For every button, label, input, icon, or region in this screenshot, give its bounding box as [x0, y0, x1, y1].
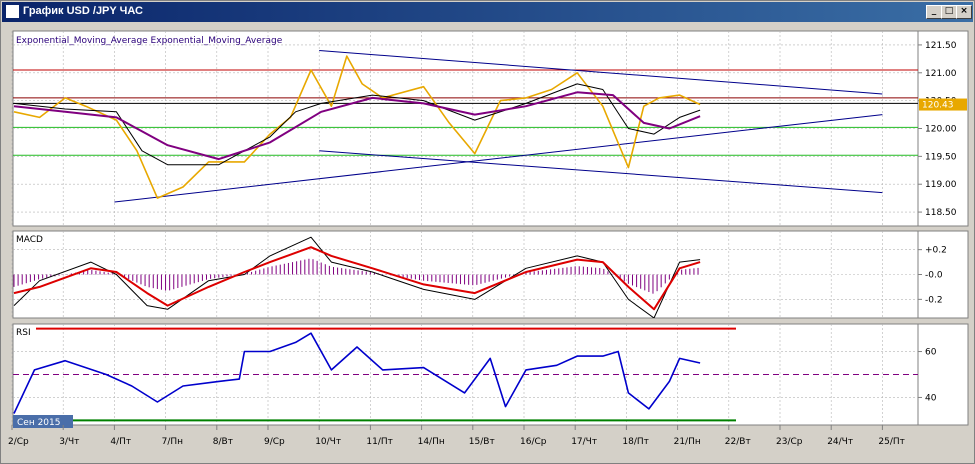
rsi-label: RSI [16, 328, 31, 338]
x-tick-label: 14/Пн [418, 437, 445, 447]
y-tick-label: 121.00 [925, 69, 957, 79]
x-tick-label: 4/Пт [110, 437, 131, 447]
x-tick-label: 15/Вт [469, 437, 495, 447]
x-tick-label: 18/Пт [622, 437, 649, 447]
x-tick-label: 2/Ср [8, 437, 29, 447]
x-tick-label: 3/Чт [59, 437, 79, 447]
y-tick-label: 118.50 [925, 208, 957, 218]
ema-legend: Exponential_Moving_Average Exponential_M… [16, 36, 283, 46]
x-tick-label: 16/Ср [520, 437, 547, 447]
y-tick-label: 119.50 [925, 152, 957, 162]
x-tick-label: 8/Вт [213, 437, 233, 447]
current-price-label: 120.43 [922, 101, 954, 111]
x-tick-label: 23/Ср [776, 437, 803, 447]
y-tick-label: +0.2 [925, 246, 947, 256]
date-badge-label: Сен 2015 [17, 418, 60, 428]
chart-canvas: 121.50121.00120.50120.00119.50119.00118.… [8, 30, 969, 447]
y-tick-label: 121.50 [925, 41, 957, 51]
x-tick-label: 25/Пт [878, 437, 905, 447]
y-tick-label: -0.0 [925, 271, 943, 281]
y-tick-label: -0.2 [925, 295, 943, 305]
y-tick-label: 40 [925, 393, 937, 403]
x-tick-label: 21/Пн [674, 437, 701, 447]
x-tick-label: 24/Чт [827, 437, 853, 447]
y-tick-label: 119.00 [925, 180, 957, 190]
y-tick-label: 60 [925, 348, 937, 358]
macd-label: MACD [16, 235, 43, 245]
x-tick-label: 10/Чт [315, 437, 341, 447]
x-tick-label: 22/Вт [725, 437, 751, 447]
x-tick-label: 9/Ср [264, 437, 285, 447]
x-tick-label: 11/Пт [366, 437, 393, 447]
y-tick-label: 120.00 [925, 125, 957, 135]
x-tick-label: 7/Пн [162, 437, 184, 447]
x-tick-label: 17/Чт [571, 437, 597, 447]
